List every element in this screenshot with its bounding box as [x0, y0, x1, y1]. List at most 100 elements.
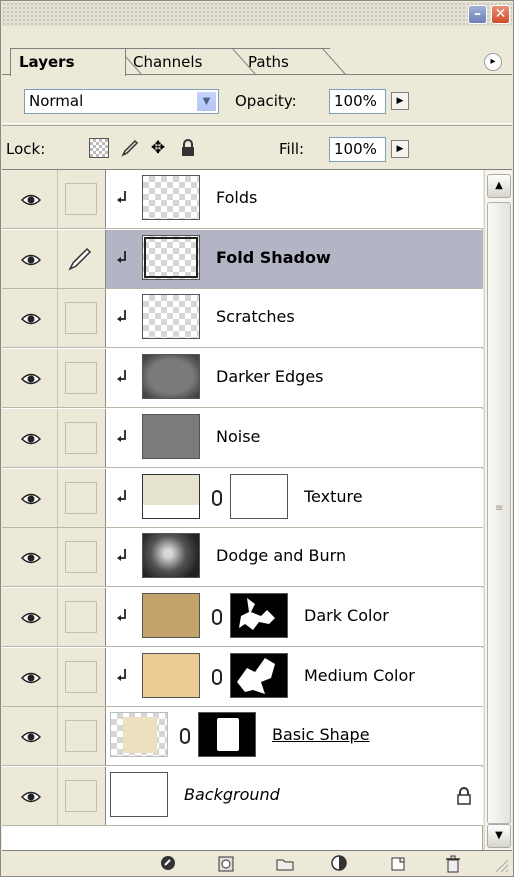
- visibility-toggle[interactable]: [2, 289, 58, 347]
- layer-thumbnail[interactable]: [110, 772, 168, 817]
- visibility-toggle[interactable]: [2, 588, 58, 646]
- layer-row[interactable]: Background: [2, 767, 483, 826]
- layer-link-cell[interactable]: [58, 230, 106, 288]
- layer-link-cell[interactable]: [58, 289, 106, 347]
- layer-mask-thumbnail[interactable]: [230, 593, 288, 638]
- layer-content[interactable]: Folds: [106, 170, 483, 228]
- layer-content[interactable]: Darker Edges: [106, 349, 483, 407]
- layer-thumbnail[interactable]: [142, 593, 200, 638]
- layer-row[interactable]: Folds: [2, 170, 483, 229]
- layer-row[interactable]: Texture: [2, 469, 483, 528]
- brush-icon: [65, 243, 97, 275]
- visibility-toggle[interactable]: [2, 230, 58, 288]
- trash-icon[interactable]: [443, 854, 463, 874]
- layer-content[interactable]: Fold Shadow: [106, 230, 483, 288]
- layer-link-cell[interactable]: [58, 469, 106, 527]
- layer-thumbnail[interactable]: [142, 354, 200, 399]
- layer-link-cell[interactable]: [58, 349, 106, 407]
- layer-link-cell[interactable]: [58, 588, 106, 646]
- layer-thumbnail[interactable]: [142, 235, 200, 280]
- layer-content[interactable]: Background: [106, 767, 483, 825]
- new-layer-icon[interactable]: [388, 854, 408, 874]
- layer-row[interactable]: Noise: [2, 409, 483, 468]
- lock-all-padlock-icon[interactable]: [178, 138, 198, 158]
- visibility-toggle[interactable]: [2, 528, 58, 586]
- visibility-toggle[interactable]: [2, 707, 58, 765]
- clip-arrow-icon: [117, 549, 126, 561]
- layer-row[interactable]: Basic Shape: [2, 707, 483, 766]
- layer-thumbnail[interactable]: [142, 653, 200, 698]
- layer-row[interactable]: Medium Color: [2, 648, 483, 707]
- layer-thumbnail[interactable]: [142, 175, 200, 220]
- layer-row[interactable]: Dodge and Burn: [2, 528, 483, 587]
- layer-row[interactable]: Fold Shadow: [2, 230, 483, 289]
- layer-link-cell[interactable]: [58, 528, 106, 586]
- layer-style-icon[interactable]: [159, 854, 179, 874]
- layer-link-cell[interactable]: [58, 170, 106, 228]
- layer-thumbnail[interactable]: [110, 712, 168, 757]
- fill-input[interactable]: 100%: [329, 137, 386, 162]
- scroll-up-button[interactable]: ▲: [487, 174, 511, 198]
- chain-link-icon[interactable]: [180, 728, 190, 744]
- layer-row[interactable]: Dark Color: [2, 588, 483, 647]
- tab-paths[interactable]: Paths: [240, 48, 330, 75]
- layer-link-cell[interactable]: [58, 707, 106, 765]
- layer-link-cell[interactable]: [58, 648, 106, 706]
- scroll-down-button[interactable]: ▼: [487, 824, 511, 848]
- eye-icon: [21, 612, 41, 624]
- panel-menu-button[interactable]: ▸: [484, 53, 502, 71]
- add-mask-icon[interactable]: [216, 854, 236, 874]
- minimize-button[interactable]: –: [468, 5, 487, 24]
- adjustment-layer-icon[interactable]: [330, 854, 350, 874]
- layer-thumbnail[interactable]: [142, 414, 200, 459]
- layer-name: Darker Edges: [216, 367, 324, 386]
- layer-content[interactable]: Texture: [106, 469, 483, 527]
- layer-content[interactable]: Basic Shape: [106, 707, 483, 765]
- scrollbar-thumb[interactable]: ≡: [487, 202, 511, 824]
- visibility-toggle[interactable]: [2, 469, 58, 527]
- visibility-toggle[interactable]: [2, 648, 58, 706]
- layer-mask-thumbnail[interactable]: [230, 653, 288, 698]
- visibility-toggle[interactable]: [2, 409, 58, 467]
- empty-link-box: [65, 183, 97, 215]
- chevron-down-icon[interactable]: ▼: [196, 91, 217, 112]
- layer-content[interactable]: Scratches: [106, 289, 483, 347]
- layer-link-cell[interactable]: [58, 409, 106, 467]
- lock-transparent-icon[interactable]: [89, 138, 109, 158]
- layer-row[interactable]: Scratches: [2, 289, 483, 348]
- lock-position-move-icon[interactable]: ✥: [148, 138, 168, 158]
- opacity-slider-button[interactable]: ▶: [391, 92, 409, 110]
- chain-link-icon[interactable]: [212, 490, 222, 506]
- layer-content[interactable]: Noise: [106, 409, 483, 467]
- fill-slider-button[interactable]: ▶: [391, 140, 409, 158]
- scrollbar[interactable]: ▲ ≡ ▼: [484, 170, 512, 850]
- layer-name: Noise: [216, 427, 261, 446]
- chain-link-icon[interactable]: [212, 609, 222, 625]
- layer-content[interactable]: Dodge and Burn: [106, 528, 483, 586]
- layer-content[interactable]: Medium Color: [106, 648, 483, 706]
- opacity-input[interactable]: 100%: [329, 89, 386, 114]
- panel-titlebar[interactable]: – ✕: [2, 2, 512, 26]
- layer-thumbnail[interactable]: [142, 294, 200, 339]
- layer-thumbnail[interactable]: [142, 533, 200, 578]
- blend-mode-select[interactable]: Normal ▼: [24, 89, 219, 114]
- lock-image-brush-icon[interactable]: [120, 138, 140, 158]
- resize-grip-icon[interactable]: [490, 854, 510, 874]
- layer-mask-thumbnail[interactable]: [230, 474, 288, 519]
- tab-channels[interactable]: Channels: [125, 48, 240, 75]
- layer-row[interactable]: Darker Edges: [2, 349, 483, 408]
- layer-mask-thumbnail[interactable]: [198, 712, 256, 757]
- layer-link-cell[interactable]: [58, 767, 106, 825]
- layer-content[interactable]: Dark Color: [106, 588, 483, 646]
- chain-link-icon[interactable]: [212, 669, 222, 685]
- visibility-toggle[interactable]: [2, 349, 58, 407]
- eye-icon: [21, 194, 41, 206]
- layer-thumbnail[interactable]: [142, 474, 200, 519]
- visibility-toggle[interactable]: [2, 170, 58, 228]
- clip-arrow-icon: [117, 490, 126, 502]
- tab-layers[interactable]: Layers: [10, 48, 126, 76]
- new-group-icon[interactable]: [275, 854, 295, 874]
- visibility-toggle[interactable]: [2, 767, 58, 825]
- close-button[interactable]: ✕: [491, 5, 510, 24]
- grip-icon: ≡: [495, 503, 504, 514]
